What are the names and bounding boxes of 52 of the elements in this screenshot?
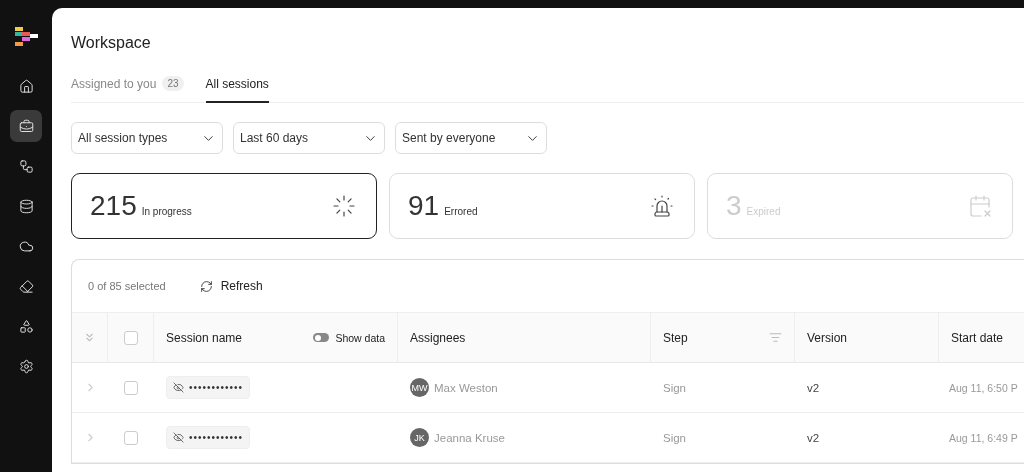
- loader-icon: [332, 194, 356, 218]
- filter-dropdown[interactable]: All session types: [71, 122, 223, 154]
- column-header: Version: [807, 330, 848, 345]
- selection-count: 0 of 85 selected: [88, 280, 166, 292]
- settings-icon: [18, 358, 34, 374]
- home-icon: [18, 78, 34, 94]
- workflow-icon: [18, 158, 34, 174]
- row-checkbox[interactable]: [124, 430, 138, 445]
- siren-icon: [650, 194, 674, 218]
- avatar: JK: [410, 428, 429, 447]
- avatar: MW: [410, 378, 429, 397]
- table-cell: v2: [807, 381, 820, 394]
- table-cell: Aug 11, 6:49 P: [949, 431, 1018, 444]
- select-all-checkbox[interactable]: [123, 330, 138, 345]
- table-cell: v2: [807, 431, 820, 444]
- count-badge: 23: [162, 76, 184, 91]
- masked-session-name: ••••••••••••: [166, 376, 250, 399]
- assignee-name: Jeanna Kruse: [434, 431, 505, 444]
- logo-icon: [13, 26, 39, 48]
- column-header: Assignees: [410, 330, 466, 345]
- eraser-icon: [18, 278, 34, 294]
- column-header: Step: [663, 330, 688, 345]
- database-icon: [18, 198, 34, 214]
- status-count: 215: [90, 190, 137, 222]
- tab[interactable]: Assigned to you 23: [71, 76, 184, 103]
- shapes-icon: [18, 318, 34, 334]
- assignee-name: Max Weston: [434, 381, 498, 394]
- filter-dropdown[interactable]: Sent by everyone: [395, 122, 547, 154]
- table-cell: Sign: [663, 381, 687, 394]
- column-header: Start date: [951, 330, 1004, 345]
- page-title: Workspace: [71, 34, 152, 52]
- filter-dropdown[interactable]: Last 60 days: [233, 122, 385, 154]
- table-cell: Sign: [663, 431, 687, 444]
- calendar-icon: [968, 194, 992, 218]
- status-count: 91: [408, 190, 440, 222]
- cloud-icon: [18, 238, 34, 254]
- status-card[interactable]: 91 Errored: [389, 173, 695, 239]
- row-checkbox[interactable]: [124, 380, 138, 395]
- status-card[interactable]: 215 In progress: [71, 173, 377, 239]
- column-header: Session name: [166, 330, 243, 345]
- hidden-eye-icon: [173, 382, 184, 393]
- sidebar-item[interactable]: [10, 110, 42, 142]
- table-cell: Aug 11, 6:50 P: [949, 381, 1018, 394]
- tab[interactable]: All sessions: [205, 76, 269, 103]
- status-label: In progress: [141, 206, 192, 217]
- refresh-icon: [199, 279, 213, 293]
- masked-session-name: ••••••••••••: [166, 426, 250, 449]
- hidden-eye-icon: [173, 432, 184, 443]
- status-label: Errored: [444, 206, 478, 217]
- show-data-toggle[interactable]: Show data: [313, 331, 385, 344]
- refresh-button[interactable]: Refresh: [199, 279, 263, 293]
- briefcase-icon: [18, 118, 34, 134]
